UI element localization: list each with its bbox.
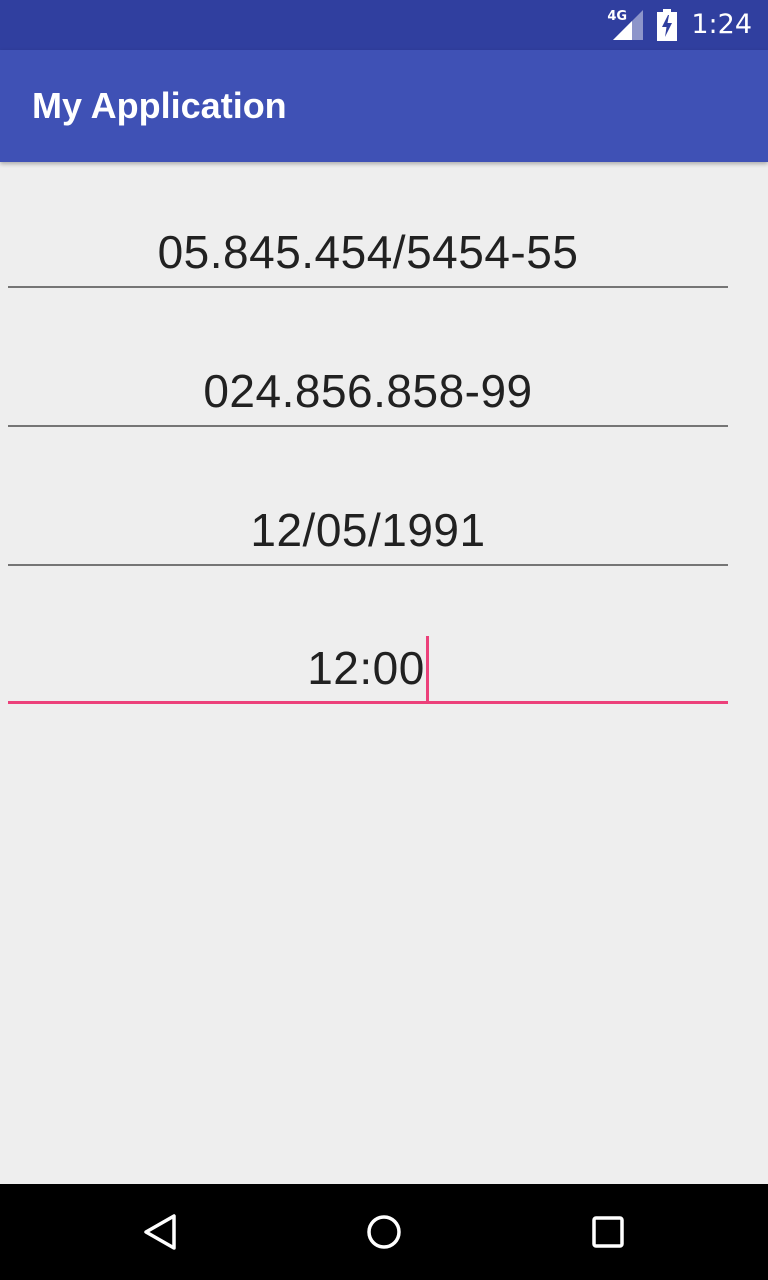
- home-icon[interactable]: [360, 1208, 408, 1256]
- status-clock: 1:24: [691, 9, 752, 40]
- signal-icon: [613, 10, 644, 40]
- field-underline: [8, 564, 728, 566]
- text-cursor: [425, 635, 429, 702]
- form-content: 05.845.454/5454-55 024.856.858-99 12/05/…: [0, 162, 768, 1184]
- cnpj-field[interactable]: 05.845.454/5454-55: [8, 218, 728, 288]
- time-field-value: 12:00: [307, 642, 425, 694]
- recents-icon[interactable]: [584, 1208, 632, 1256]
- status-bar: 4G 1:24: [0, 0, 768, 50]
- cpf-field[interactable]: 024.856.858-99: [8, 357, 728, 427]
- network-indicator: 4G: [607, 10, 644, 40]
- back-icon[interactable]: [136, 1208, 184, 1256]
- time-field[interactable]: 12:00: [8, 634, 728, 704]
- app-bar: My Application: [0, 50, 768, 162]
- navigation-bar: [0, 1184, 768, 1280]
- date-field[interactable]: 12/05/1991: [8, 496, 728, 566]
- status-icons: 4G 1:24: [607, 0, 752, 50]
- field-underline: [8, 286, 728, 288]
- field-underline: [8, 425, 728, 427]
- time-field-input[interactable]: 12:00: [8, 634, 728, 702]
- field-underline-focused: [8, 701, 728, 704]
- cpf-field-value[interactable]: 024.856.858-99: [8, 357, 728, 425]
- battery-charging-icon: [657, 9, 678, 41]
- app-title: My Application: [32, 85, 287, 126]
- date-field-value[interactable]: 12/05/1991: [8, 496, 728, 564]
- cnpj-field-value[interactable]: 05.845.454/5454-55: [8, 218, 728, 286]
